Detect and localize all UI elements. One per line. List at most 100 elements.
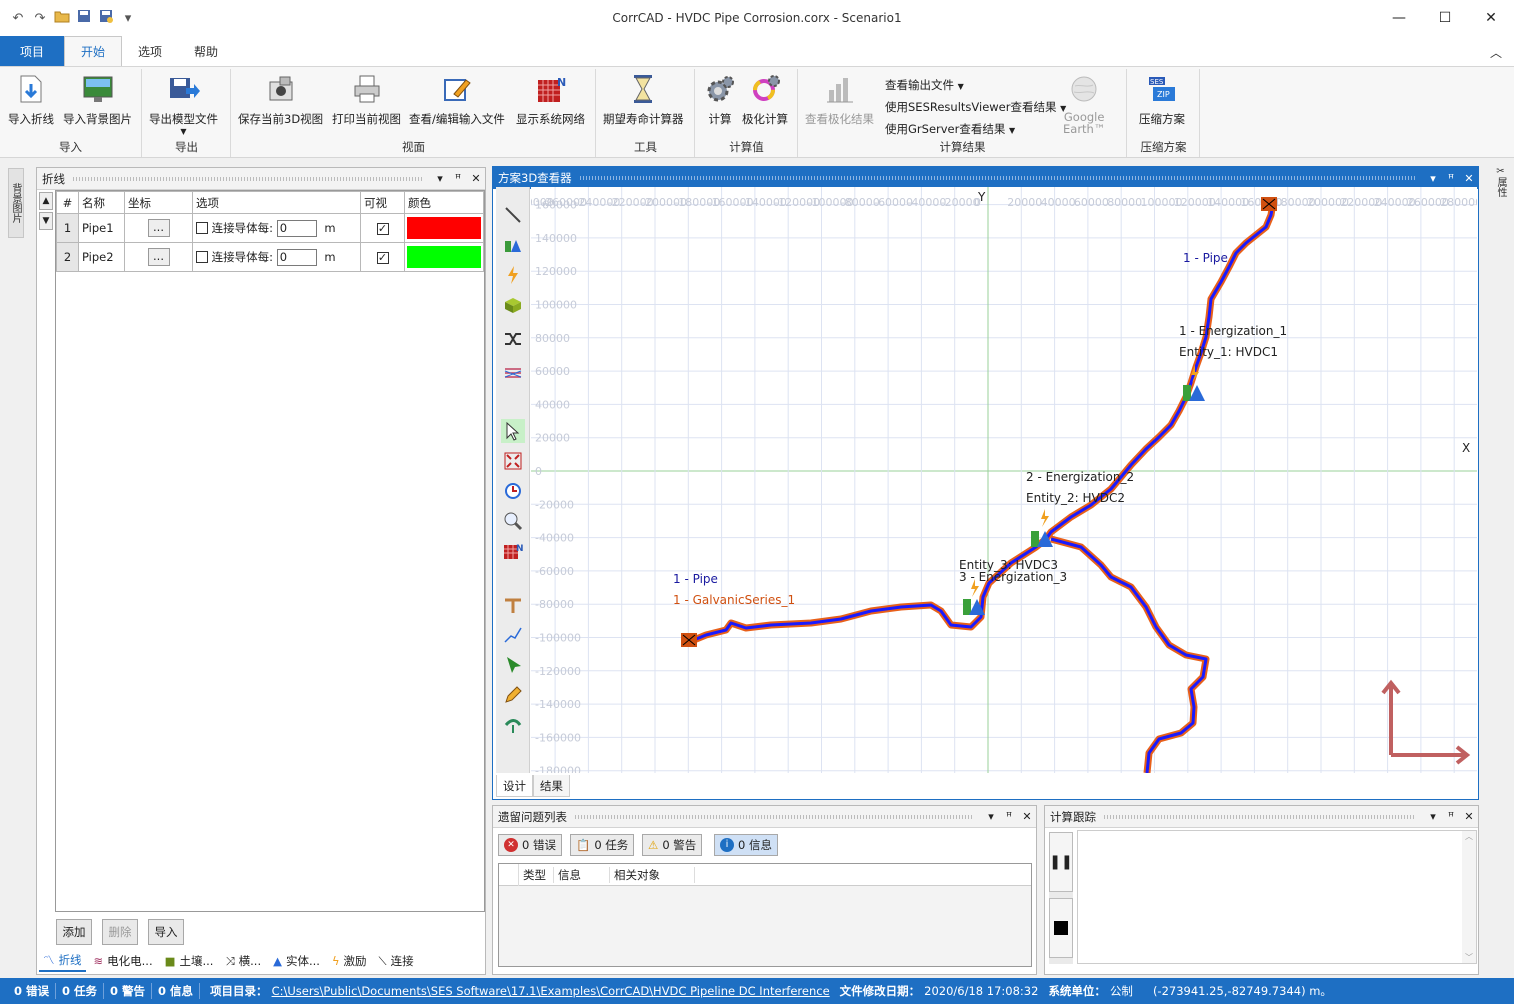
coordinates-button[interactable]: ... xyxy=(147,248,170,266)
panel-close-icon[interactable]: ✕ xyxy=(1018,810,1036,823)
pin-icon[interactable]: ꟸ xyxy=(449,172,467,185)
tab-design[interactable]: 设计 xyxy=(496,775,533,797)
connect-interval-input[interactable]: 0 xyxy=(276,248,317,266)
tab-help[interactable]: 帮助 xyxy=(178,36,234,66)
tab-connection[interactable]: ⟍ 连接 xyxy=(375,950,418,972)
pencil-icon[interactable] xyxy=(501,683,525,707)
pipe-bend-icon[interactable] xyxy=(501,713,525,737)
customize-qat-icon[interactable]: ▾ xyxy=(120,11,136,26)
row-name-cell[interactable]: Pipe2 xyxy=(78,242,125,272)
properties-tab[interactable]: ✂属性 xyxy=(1490,166,1508,210)
trace-output[interactable]: ︿ ﹀ xyxy=(1077,830,1477,964)
panel-menu-icon[interactable]: ▾ xyxy=(431,172,449,185)
undo-icon[interactable]: ↶ xyxy=(10,11,26,26)
zoom-icon[interactable] xyxy=(501,509,525,533)
status-tasks[interactable]: 0 任务 xyxy=(56,983,105,999)
panel-menu-icon[interactable]: ▾ xyxy=(1424,172,1442,185)
draw-line-icon[interactable] xyxy=(501,203,525,227)
col-type[interactable]: 类型 xyxy=(519,867,553,883)
row-name-cell[interactable]: Pipe1 xyxy=(78,213,125,243)
connect-interval-input[interactable]: 0 xyxy=(276,219,317,237)
life-calculator-button[interactable]: 期望寿命计算器 xyxy=(603,73,684,127)
tab-entity[interactable]: ▲ 实体... xyxy=(269,950,324,972)
errors-filter-button[interactable]: ✕ 0 错误 xyxy=(498,834,562,856)
viewer-canvas[interactable]: -440000-420000-400000-380000-360000-3400… xyxy=(531,187,1477,773)
open-folder-icon[interactable] xyxy=(54,9,70,27)
tab-start[interactable]: 开始 xyxy=(64,36,123,66)
tab-polyline[interactable]: 〽折线 xyxy=(39,950,86,972)
status-errors[interactable]: 0 错误 xyxy=(0,983,57,999)
pin-icon[interactable]: ꟸ xyxy=(1442,810,1460,823)
tab-electrochem[interactable]: ≋ 电化电... xyxy=(90,950,157,972)
google-earth-button[interactable]: Google Earth™ xyxy=(1063,73,1105,135)
background-image-tab[interactable]: 背景图片 xyxy=(8,168,24,238)
panel-close-icon[interactable]: ✕ xyxy=(1460,810,1478,823)
visible-checkbox[interactable]: ✓ xyxy=(376,251,389,264)
rotate-view-icon[interactable] xyxy=(501,479,525,503)
redo-icon[interactable]: ↷ xyxy=(32,11,48,26)
compress-scenario-button[interactable]: SES ZIP 压缩方案 xyxy=(1139,73,1185,127)
view-polarization-results-button[interactable]: 查看极化结果 xyxy=(805,73,874,127)
col-related[interactable]: 相关对象 xyxy=(609,866,695,883)
tab-soil[interactable]: ■ 土壤... xyxy=(161,950,218,972)
col-info[interactable]: 信息 xyxy=(553,866,609,883)
edit-input-file-button[interactable]: 查看/编辑输入文件 xyxy=(409,73,505,127)
galvanic-anode-marker[interactable] xyxy=(681,633,699,649)
t-junction-icon[interactable] xyxy=(501,593,525,617)
tab-cross[interactable]: ⤨ 横... xyxy=(221,950,265,972)
entity-3-marker[interactable] xyxy=(961,579,991,617)
export-model-button[interactable]: 导出模型文件 ▼ xyxy=(149,73,218,136)
close-button[interactable]: ✕ xyxy=(1468,0,1514,36)
tab-project[interactable]: 项目 xyxy=(0,36,64,66)
trace-scrollbar[interactable]: ︿ ﹀ xyxy=(1462,831,1476,963)
row-up-icon[interactable]: ▲ xyxy=(39,192,53,210)
entity-1-marker[interactable] xyxy=(1179,365,1213,403)
zoom-extents-icon[interactable] xyxy=(501,449,525,473)
maximize-button[interactable]: ☐ xyxy=(1422,0,1468,36)
panel-menu-icon[interactable]: ▾ xyxy=(982,810,1000,823)
save-3d-view-button[interactable]: 保存当前3D视图 xyxy=(238,73,323,127)
select-cursor-icon[interactable] xyxy=(501,419,525,443)
project-dir-link[interactable]: C:\Users\Public\Documents\SES Software\1… xyxy=(268,984,830,998)
pointer-tool-icon[interactable] xyxy=(501,653,525,677)
delete-button[interactable]: 删除 xyxy=(102,919,138,945)
print-view-button[interactable]: 打印当前视图 xyxy=(332,73,401,127)
color-swatch[interactable] xyxy=(407,217,481,239)
panel-menu-icon[interactable]: ▾ xyxy=(1424,810,1442,823)
shuffle-tool-icon[interactable] xyxy=(501,327,525,351)
row-down-icon[interactable]: ▼ xyxy=(39,212,53,230)
layers-tool-icon[interactable] xyxy=(501,361,525,385)
infos-filter-button[interactable]: i0 信息 xyxy=(714,834,778,856)
status-infos[interactable]: 0 信息 xyxy=(152,983,201,999)
tasks-filter-button[interactable]: 📋 0 任务 xyxy=(570,834,635,856)
ses-results-viewer-button[interactable]: 使用SESResultsViewer查看结果 ▼ xyxy=(885,99,1066,115)
panel-close-icon[interactable]: ✕ xyxy=(1460,172,1478,185)
table-row[interactable]: 2 Pipe2 ... 连接导体每: 0 m ✓ xyxy=(56,242,484,272)
minimize-button[interactable]: — xyxy=(1376,0,1422,36)
status-warnings[interactable]: 0 警告 xyxy=(104,983,153,999)
polyline-tool-icon[interactable] xyxy=(501,623,525,647)
stop-button[interactable] xyxy=(1049,898,1073,958)
panel-close-icon[interactable]: ✕ xyxy=(467,172,485,185)
soil-tool-icon[interactable] xyxy=(501,293,525,317)
compute-button[interactable]: 计算 xyxy=(704,73,736,127)
table-row[interactable]: 1 Pipe1 ... 连接导体每: 0 m ✓ xyxy=(56,213,484,243)
import-button[interactable]: 导入 xyxy=(148,919,184,945)
import-background-button[interactable]: 导入背景图片 xyxy=(63,73,132,127)
anode-top-marker[interactable] xyxy=(1261,197,1279,213)
pin-icon[interactable]: ꟸ xyxy=(1000,810,1018,823)
add-button[interactable]: 添加 xyxy=(56,919,92,945)
connect-checkbox[interactable] xyxy=(196,222,208,234)
view-output-file-button[interactable]: 查看输出文件 ▼ xyxy=(885,77,964,93)
connect-checkbox[interactable] xyxy=(196,251,208,263)
pause-button[interactable]: ❚❚ xyxy=(1049,832,1073,892)
entity-2-marker[interactable] xyxy=(1027,509,1061,549)
warnings-filter-button[interactable]: ⚠ 0 警告 xyxy=(642,834,703,856)
save-as-icon[interactable] xyxy=(98,9,114,27)
show-network-button[interactable]: N 显示系统网络 xyxy=(516,73,585,127)
coordinates-button[interactable]: ... xyxy=(147,219,170,237)
polarization-compute-button[interactable]: 极化计算 xyxy=(742,73,788,127)
grserver-results-button[interactable]: 使用GrServer查看结果 ▼ xyxy=(885,121,1015,137)
tab-options[interactable]: 选项 xyxy=(122,36,178,66)
energization-tool-icon[interactable] xyxy=(501,263,525,287)
